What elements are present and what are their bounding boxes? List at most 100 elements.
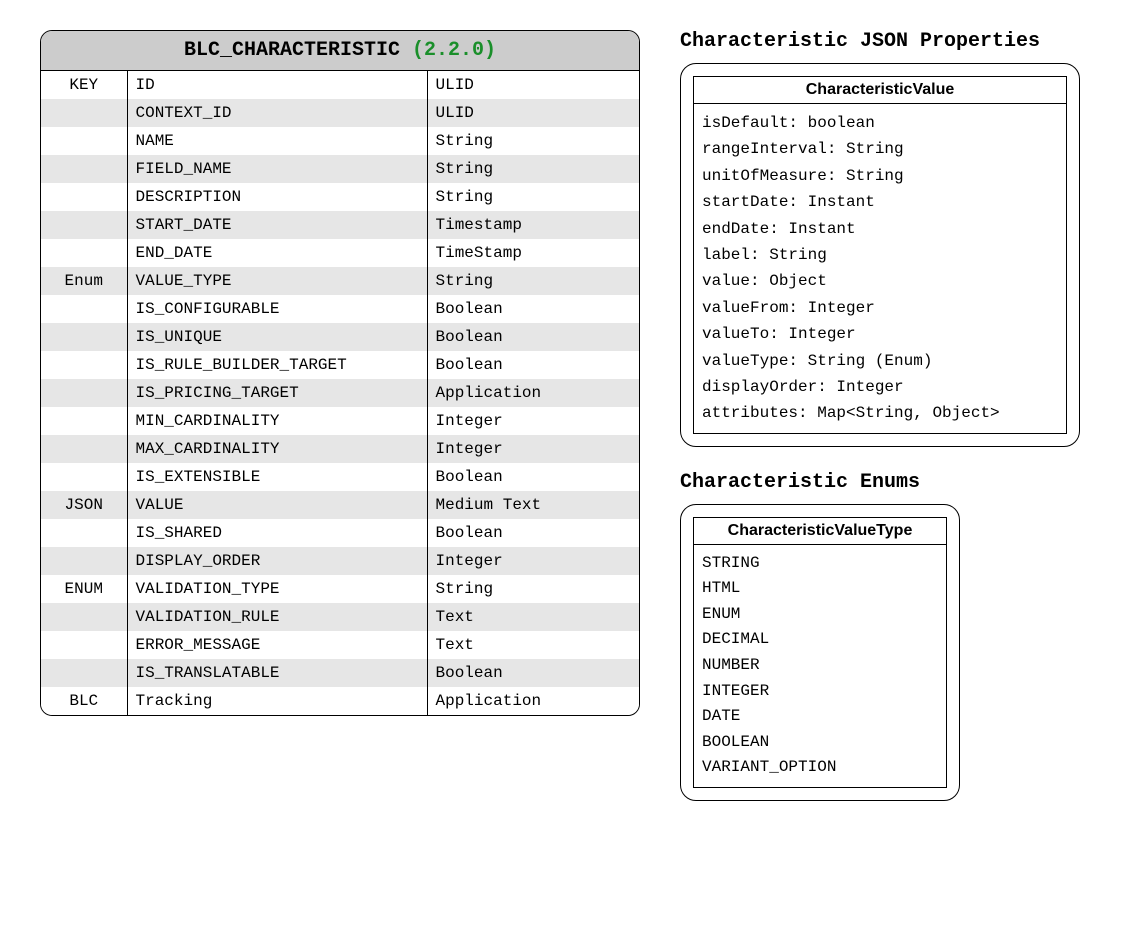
table-row: IS_RULE_BUILDER_TARGETBoolean [41, 351, 639, 379]
row-column-name: NAME [127, 127, 427, 155]
enums-inner: CharacteristicValueType STRINGHTMLENUMDE… [693, 517, 947, 788]
table-row: IS_PRICING_TARGETApplication [41, 379, 639, 407]
row-column-name: END_DATE [127, 239, 427, 267]
row-column-type: TimeStamp [427, 239, 639, 267]
row-column-name: IS_EXTENSIBLE [127, 463, 427, 491]
row-tag: ENUM [41, 575, 127, 603]
row-column-type: String [427, 183, 639, 211]
row-column-type: ULID [427, 71, 639, 99]
row-tag [41, 239, 127, 267]
table-row: IS_UNIQUEBoolean [41, 323, 639, 351]
row-column-name: IS_PRICING_TARGET [127, 379, 427, 407]
json-prop-line: endDate: Instant [702, 216, 1058, 242]
row-tag: Enum [41, 267, 127, 295]
json-props-section: Characteristic JSON Properties Character… [680, 30, 1080, 447]
enum-line: VARIANT_OPTION [702, 755, 938, 781]
row-column-name: IS_CONFIGURABLE [127, 295, 427, 323]
json-props-box-title: CharacteristicValue [694, 77, 1066, 104]
table-row: IS_EXTENSIBLEBoolean [41, 463, 639, 491]
row-column-name: IS_RULE_BUILDER_TARGET [127, 351, 427, 379]
row-column-type: Integer [427, 547, 639, 575]
table-row: JSONVALUEMedium Text [41, 491, 639, 519]
table-row: END_DATETimeStamp [41, 239, 639, 267]
row-column-name: IS_SHARED [127, 519, 427, 547]
row-column-type: Integer [427, 435, 639, 463]
row-column-name: START_DATE [127, 211, 427, 239]
schema-title-name: BLC_CHARACTERISTIC [184, 39, 400, 62]
row-column-type: Medium Text [427, 491, 639, 519]
row-column-type: ULID [427, 99, 639, 127]
right-column: Characteristic JSON Properties Character… [680, 30, 1080, 801]
row-tag: BLC [41, 687, 127, 715]
row-column-name: Tracking [127, 687, 427, 715]
row-tag [41, 379, 127, 407]
schema-title: BLC_CHARACTERISTIC (2.2.0) [41, 31, 639, 71]
row-column-name: FIELD_NAME [127, 155, 427, 183]
json-prop-line: value: Object [702, 268, 1058, 294]
table-row: ENUMVALIDATION_TYPEString [41, 575, 639, 603]
json-props-body: isDefault: booleanrangeInterval: Stringu… [694, 104, 1066, 433]
table-row: EnumVALUE_TYPEString [41, 267, 639, 295]
table-row: VALIDATION_RULEText [41, 603, 639, 631]
row-column-type: String [427, 575, 639, 603]
json-props-inner: CharacteristicValue isDefault: booleanra… [693, 76, 1067, 434]
enum-line: INTEGER [702, 679, 938, 705]
json-prop-line: unitOfMeasure: String [702, 163, 1058, 189]
row-tag [41, 659, 127, 687]
row-tag [41, 519, 127, 547]
row-column-name: VALUE [127, 491, 427, 519]
row-column-type: Application [427, 687, 639, 715]
schema-version: (2.2.0) [412, 39, 496, 62]
enum-line: BOOLEAN [702, 730, 938, 756]
table-row: DISPLAY_ORDERInteger [41, 547, 639, 575]
json-props-card: CharacteristicValue isDefault: booleanra… [680, 63, 1080, 447]
json-props-heading: Characteristic JSON Properties [680, 30, 1080, 53]
enum-line: ENUM [702, 602, 938, 628]
row-column-type: Boolean [427, 659, 639, 687]
row-column-type: Boolean [427, 351, 639, 379]
enum-line: NUMBER [702, 653, 938, 679]
enums-card: CharacteristicValueType STRINGHTMLENUMDE… [680, 504, 960, 801]
row-column-name: IS_TRANSLATABLE [127, 659, 427, 687]
row-column-type: Boolean [427, 463, 639, 491]
row-tag [41, 463, 127, 491]
json-prop-line: attributes: Map<String, Object> [702, 400, 1058, 426]
enum-line: STRING [702, 551, 938, 577]
json-prop-line: isDefault: boolean [702, 110, 1058, 136]
json-prop-line: valueTo: Integer [702, 321, 1058, 347]
row-column-name: CONTEXT_ID [127, 99, 427, 127]
table-row: FIELD_NAMEString [41, 155, 639, 183]
json-prop-line: label: String [702, 242, 1058, 268]
row-column-type: Boolean [427, 519, 639, 547]
row-column-type: Integer [427, 407, 639, 435]
row-column-name: ID [127, 71, 427, 99]
json-prop-line: valueType: String (Enum) [702, 348, 1058, 374]
row-column-type: Text [427, 603, 639, 631]
row-tag [41, 547, 127, 575]
table-row: IS_SHAREDBoolean [41, 519, 639, 547]
enum-line: HTML [702, 576, 938, 602]
row-column-name: IS_UNIQUE [127, 323, 427, 351]
row-column-type: Timestamp [427, 211, 639, 239]
table-row: KEYIDULID [41, 71, 639, 99]
row-column-name: MIN_CARDINALITY [127, 407, 427, 435]
row-column-name: DESCRIPTION [127, 183, 427, 211]
row-tag [41, 407, 127, 435]
json-prop-line: startDate: Instant [702, 189, 1058, 215]
row-column-type: String [427, 127, 639, 155]
row-column-type: String [427, 267, 639, 295]
table-row: NAMEString [41, 127, 639, 155]
row-tag: JSON [41, 491, 127, 519]
row-column-type: String [427, 155, 639, 183]
row-column-type: Application [427, 379, 639, 407]
table-row: MAX_CARDINALITYInteger [41, 435, 639, 463]
row-tag [41, 603, 127, 631]
enums-section: Characteristic Enums CharacteristicValue… [680, 471, 1080, 801]
row-tag [41, 295, 127, 323]
row-tag [41, 631, 127, 659]
diagram-layout: BLC_CHARACTERISTIC (2.2.0) KEYIDULIDCONT… [40, 30, 1100, 801]
table-row: MIN_CARDINALITYInteger [41, 407, 639, 435]
row-tag [41, 183, 127, 211]
row-tag [41, 127, 127, 155]
json-prop-line: displayOrder: Integer [702, 374, 1058, 400]
